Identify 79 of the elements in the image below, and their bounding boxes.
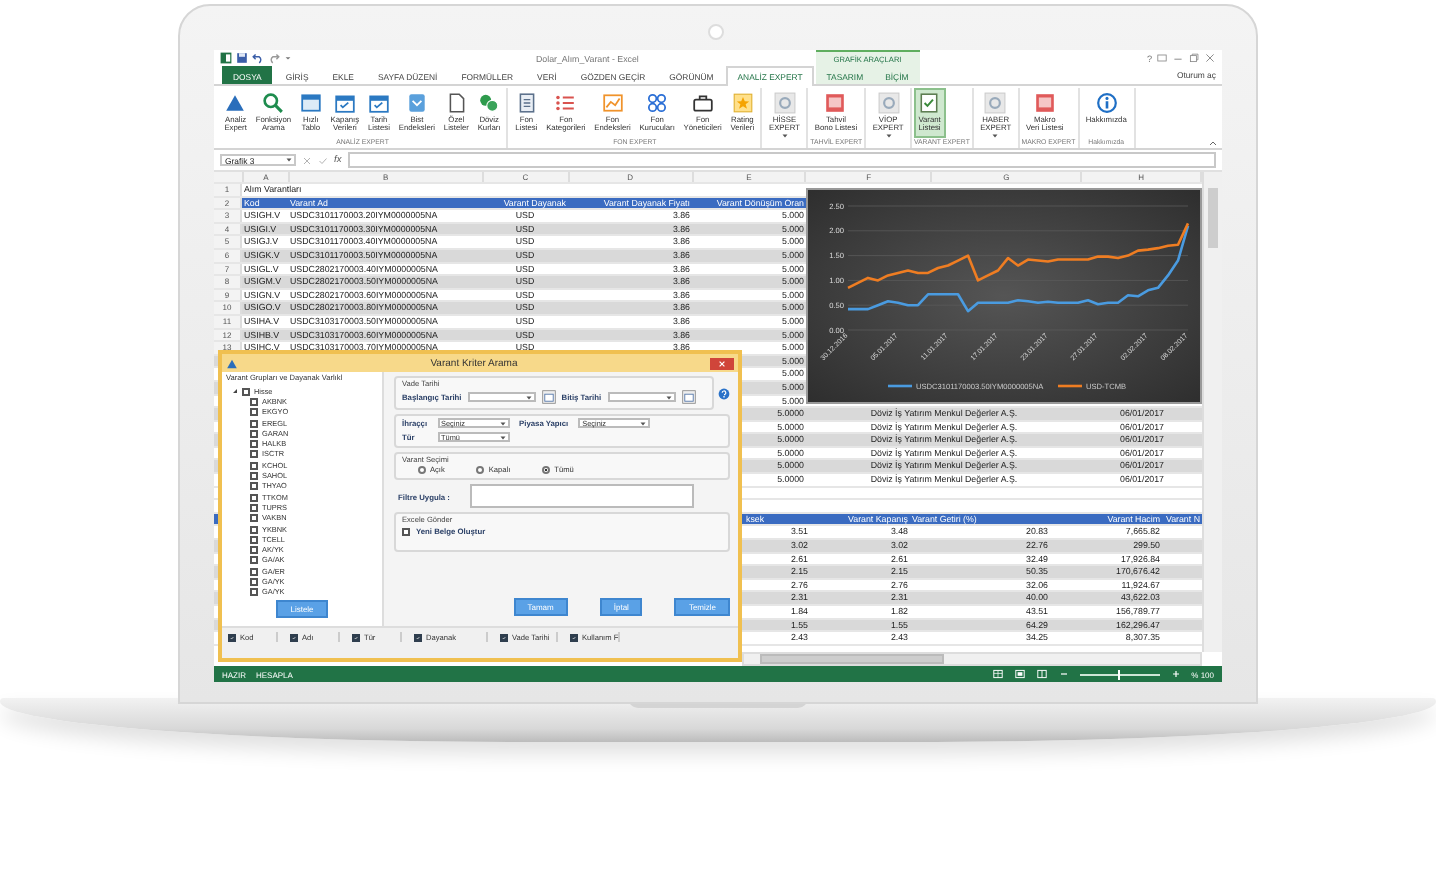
checkbox[interactable] [250,525,258,533]
checkbox[interactable] [250,450,258,459]
redo-icon[interactable] [268,52,280,64]
checkbox[interactable] [250,588,258,597]
checkbox[interactable] [250,514,258,523]
calendar-icon[interactable] [681,390,696,404]
checkbox[interactable] [570,633,578,641]
caret-icon [285,158,291,162]
checkbox[interactable] [250,419,258,428]
report-icon [824,92,847,114]
radio-button[interactable] [542,466,551,474]
caret-icon[interactable] [284,54,292,62]
info-icon [1095,92,1118,114]
undo-icon[interactable] [252,52,264,64]
checkbox[interactable] [250,567,258,576]
zoom-out-icon[interactable] [1057,668,1070,680]
checkbox[interactable] [414,633,422,641]
checkbox[interactable] [500,633,508,641]
close-icon[interactable] [1204,52,1216,64]
coins-icon [478,92,501,114]
zoom-in-icon[interactable] [1169,668,1182,680]
help-icon[interactable] [718,387,730,399]
logo-icon [224,92,247,114]
horizontal-scrollbar[interactable] [742,652,1202,666]
list-document-icon [515,92,538,114]
table-icon [299,92,322,114]
caret-icon [499,435,506,439]
bulleted-list-icon [554,92,577,114]
page-layout-icon[interactable] [1013,668,1026,680]
checkbox[interactable] [250,440,258,449]
restore-icon[interactable] [1188,52,1200,64]
caret-icon [992,134,999,139]
circles-grid-icon [646,92,669,114]
checkbox[interactable] [228,633,236,641]
search-icon [262,92,285,114]
briefcase-icon [691,92,714,114]
checkbox[interactable] [250,461,258,470]
checkbox[interactable] [250,482,258,491]
checkbox[interactable] [250,397,258,406]
checkbox[interactable] [250,408,258,417]
circle-icon [773,92,796,114]
checkbox[interactable] [250,546,258,555]
check-icon[interactable] [318,155,328,165]
spreadsheet-app-icon[interactable] [220,52,232,64]
checkbox[interactable] [242,387,250,396]
vertical-scrollbar[interactable] [1202,172,1222,652]
checkbox[interactable] [250,503,258,512]
close-button[interactable] [710,357,734,369]
checkbox[interactable] [250,493,258,502]
checkbox[interactable] [290,633,298,641]
calendar-icon [367,92,390,114]
checkbox[interactable] [250,556,258,565]
checkbox[interactable] [250,472,258,481]
camera-icon [708,24,724,40]
document-check-icon [918,92,941,114]
checkbox[interactable] [250,535,258,544]
checkbox[interactable] [250,577,258,586]
radio-button[interactable] [418,466,426,474]
calendar-icon [333,92,356,114]
document-icon [445,92,468,114]
normal-view-icon[interactable] [991,668,1004,680]
save-icon[interactable] [236,52,248,64]
page-break-icon[interactable] [1035,668,1048,680]
line-chart-icon [601,92,624,114]
circle-icon [877,92,900,114]
checkbox[interactable] [250,429,258,438]
expander-icon[interactable] [232,388,238,395]
caret-icon [781,134,788,139]
calendar-icon[interactable] [541,390,556,404]
star-icon [731,92,754,114]
close-icon [718,359,726,367]
caret-icon [885,134,892,139]
formula-input[interactable] [347,152,1216,168]
filter-input[interactable] [469,484,694,508]
circle-icon [984,92,1007,114]
radio-button[interactable] [476,466,485,474]
report-icon [1033,92,1056,114]
checkbox[interactable] [352,633,360,641]
checkbox[interactable] [402,527,410,535]
